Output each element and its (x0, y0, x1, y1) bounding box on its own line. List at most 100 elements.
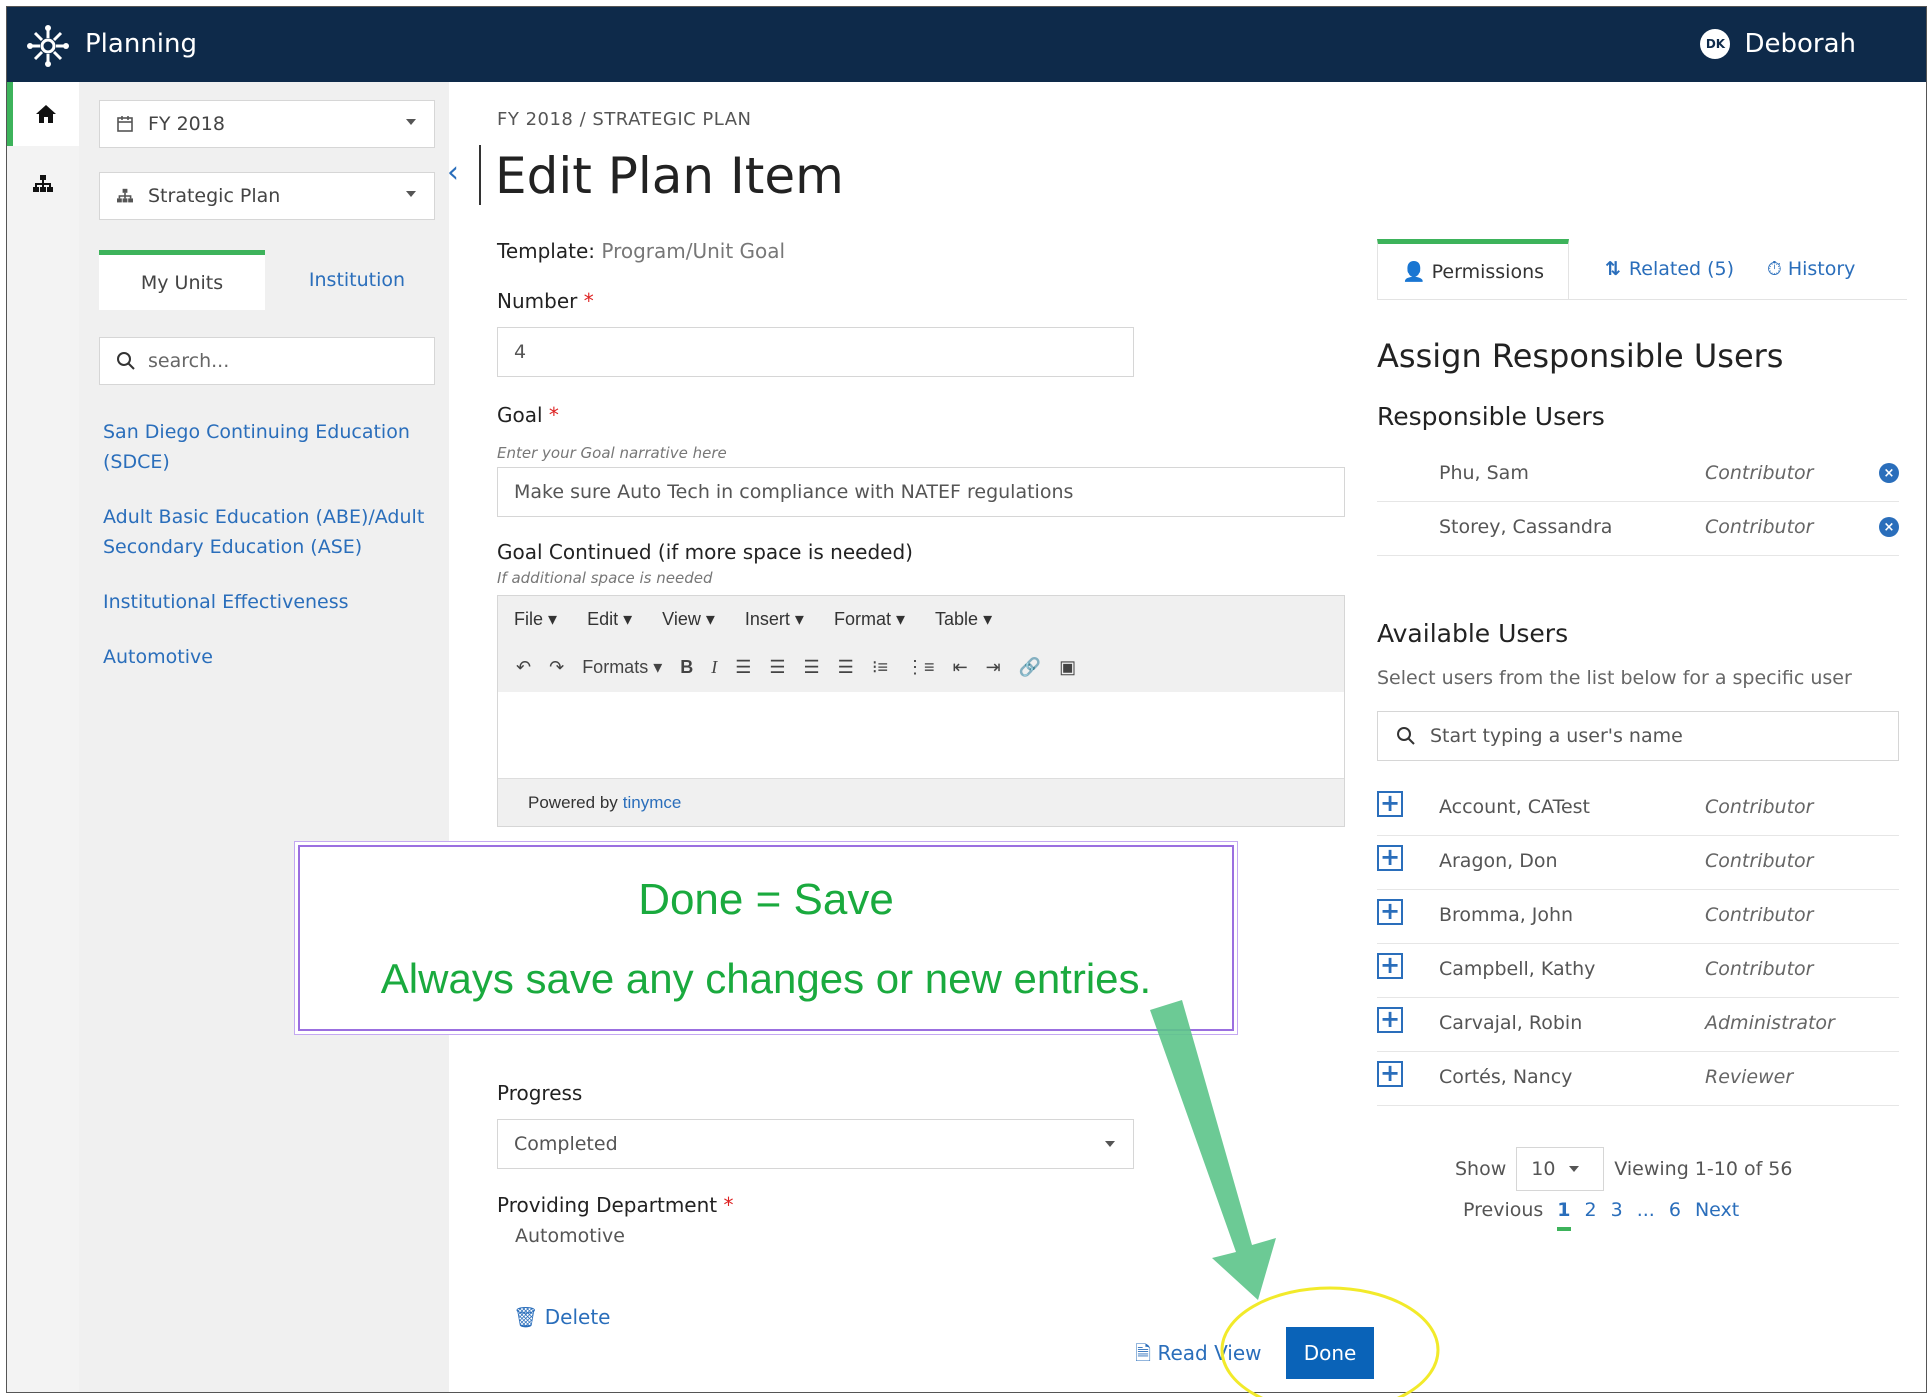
tab-history[interactable]: ⏱ History (1767, 239, 1855, 299)
available-user-row: + Campbell, Kathy Contributor (1377, 943, 1899, 998)
add-user-icon[interactable]: + (1377, 1061, 1403, 1087)
tab-institution[interactable]: Institution (265, 250, 449, 310)
tab-permissions[interactable]: 👤 Permissions (1377, 239, 1569, 299)
user-name: Aragon, Don (1439, 850, 1558, 872)
unit-search-field[interactable]: search... (99, 337, 435, 385)
remove-user-icon[interactable]: × (1879, 517, 1899, 537)
unit-link-institutional-effectiveness[interactable]: Institutional Effectiveness (103, 587, 433, 617)
user-lock-icon: 👤 (1401, 261, 1426, 283)
add-user-icon[interactable]: + (1377, 899, 1403, 925)
link-icon[interactable]: 🔗 (1019, 657, 1041, 678)
annotation-callout: Done = Save Always save any changes or n… (298, 845, 1234, 1031)
number-label: Number * (497, 289, 594, 313)
done-button[interactable]: Done (1286, 1327, 1374, 1379)
italic-button[interactable]: I (711, 657, 717, 678)
page-6-button[interactable]: 6 (1669, 1199, 1681, 1231)
editor-statusbar: Powered by tinymce (498, 778, 1344, 826)
indent-icon[interactable]: ⇥ (986, 657, 1001, 678)
remove-user-icon[interactable]: × (1879, 463, 1899, 483)
search-icon (1397, 727, 1415, 745)
image-icon[interactable]: ▣ (1059, 657, 1076, 678)
unit-link-automotive[interactable]: Automotive (103, 642, 433, 672)
viewing-count: Viewing 1-10 of 56 (1614, 1158, 1793, 1180)
bullet-list-icon[interactable]: ⁝≡ (872, 657, 888, 678)
user-role: Contributor (1705, 462, 1814, 484)
user-name: Account, CATest (1439, 796, 1590, 818)
show-label: Show (1455, 1158, 1507, 1180)
hierarchy-nav-button[interactable] (7, 152, 79, 216)
editor-content-area[interactable] (498, 692, 1344, 780)
read-view-button[interactable]: 🗎 Read View (1135, 1339, 1262, 1373)
required-marker: * (548, 403, 559, 427)
unit-link-sdce[interactable]: San Diego Continuing Education (SDCE) (103, 417, 433, 477)
align-justify-icon[interactable]: ☰ (838, 657, 854, 678)
editor-menu-insert[interactable]: Insert ▾ (745, 609, 804, 630)
rich-text-editor: File ▾ Edit ▾ View ▾ Insert ▾ Format ▾ T… (497, 595, 1345, 827)
number-field[interactable]: 4 (497, 327, 1134, 377)
add-user-icon[interactable]: + (1377, 791, 1403, 817)
clock-icon: ⏱ (1767, 258, 1782, 280)
chevron-down-icon (406, 191, 416, 197)
goal-continued-hint: If additional space is needed (497, 569, 713, 587)
page-2-button[interactable]: 2 (1585, 1199, 1597, 1231)
page-1-button[interactable]: 1 (1557, 1199, 1571, 1231)
read-view-label: Read View (1157, 1341, 1262, 1365)
pagination: Previous 1 2 3 ... 6 Next (1463, 1199, 1739, 1231)
available-user-row: + Cortés, Nancy Reviewer (1377, 1051, 1899, 1106)
goal-field[interactable]: Make sure Auto Tech in compliance with N… (497, 467, 1345, 517)
add-user-icon[interactable]: + (1377, 845, 1403, 871)
available-user-row: + Bromma, John Contributor (1377, 889, 1899, 944)
app-title: Planning (85, 29, 197, 59)
editor-toolbar: ↶ ↷ Formats ▾ B I ☰ ☰ ☰ ☰ ⁝≡ ⋮≡ ⇤ ⇥ 🔗 ▣ (498, 642, 1344, 692)
page-size-select[interactable]: 10 (1516, 1147, 1605, 1191)
delete-button[interactable]: 🗑 Delete (513, 1305, 610, 1329)
align-left-icon[interactable]: ☰ (735, 657, 751, 678)
editor-menu-view[interactable]: View ▾ (662, 609, 715, 630)
editor-menu-format[interactable]: Format ▾ (834, 609, 905, 630)
template-row: Template: Program/Unit Goal (497, 239, 785, 263)
user-role: Contributor (1705, 904, 1814, 926)
add-user-icon[interactable]: + (1377, 953, 1403, 979)
collapse-panel-icon[interactable]: ‹ (447, 155, 459, 190)
tab-my-units[interactable]: My Units (99, 250, 265, 310)
unit-search-placeholder: search... (148, 350, 230, 372)
bold-button[interactable]: B (680, 657, 693, 678)
unit-link-abe-ase[interactable]: Adult Basic Education (ABE)/Adult Second… (103, 502, 433, 562)
tinymce-link[interactable]: tinymce (623, 793, 682, 813)
callout-heading: Done = Save (638, 875, 894, 924)
align-right-icon[interactable]: ☰ (804, 657, 820, 678)
tab-permissions-label: Permissions (1431, 260, 1545, 283)
user-role: Contributor (1705, 796, 1814, 818)
previous-page-button[interactable]: Previous (1463, 1199, 1543, 1231)
user-name: Bromma, John (1439, 904, 1574, 926)
powered-by-text: Powered by (528, 792, 618, 812)
available-user-row: + Carvajal, Robin Administrator (1377, 997, 1899, 1052)
editor-menu-edit[interactable]: Edit ▾ (587, 609, 632, 630)
page-size-value: 10 (1531, 1158, 1556, 1180)
next-page-button[interactable]: Next (1695, 1199, 1739, 1231)
document-icon: 🗎 (1135, 1341, 1152, 1365)
user-menu[interactable]: DK Deborah (1700, 29, 1856, 59)
align-center-icon[interactable]: ☰ (769, 657, 785, 678)
editor-menu-file[interactable]: File ▾ (514, 609, 557, 630)
page-size-control: Show 10 Viewing 1-10 of 56 (1455, 1147, 1792, 1191)
undo-icon[interactable]: ↶ (516, 657, 531, 678)
fiscal-year-select[interactable]: FY 2018 (99, 100, 435, 148)
home-nav-button[interactable] (7, 82, 79, 146)
user-search-field[interactable]: Start typing a user's name (1377, 711, 1899, 761)
redo-icon[interactable]: ↷ (549, 657, 564, 678)
user-role: Contributor (1705, 850, 1814, 872)
user-role: Administrator (1705, 1012, 1835, 1034)
outdent-icon[interactable]: ⇤ (953, 657, 968, 678)
formats-dropdown[interactable]: Formats ▾ (582, 657, 662, 678)
plan-select[interactable]: Strategic Plan (99, 172, 435, 220)
tab-related[interactable]: ⇅ Related (5) (1605, 239, 1734, 299)
progress-select[interactable]: Completed (497, 1119, 1134, 1169)
numbered-list-icon[interactable]: ⋮≡ (906, 657, 935, 678)
add-user-icon[interactable]: + (1377, 1007, 1403, 1033)
chevron-down-icon (1105, 1141, 1115, 1147)
editor-menu-table[interactable]: Table ▾ (935, 609, 992, 630)
left-panel: FY 2018 Strategic Plan My Units Institut… (79, 82, 449, 1392)
breadcrumb: FY 2018 / STRATEGIC PLAN (497, 109, 752, 130)
page-3-button[interactable]: 3 (1611, 1199, 1623, 1231)
